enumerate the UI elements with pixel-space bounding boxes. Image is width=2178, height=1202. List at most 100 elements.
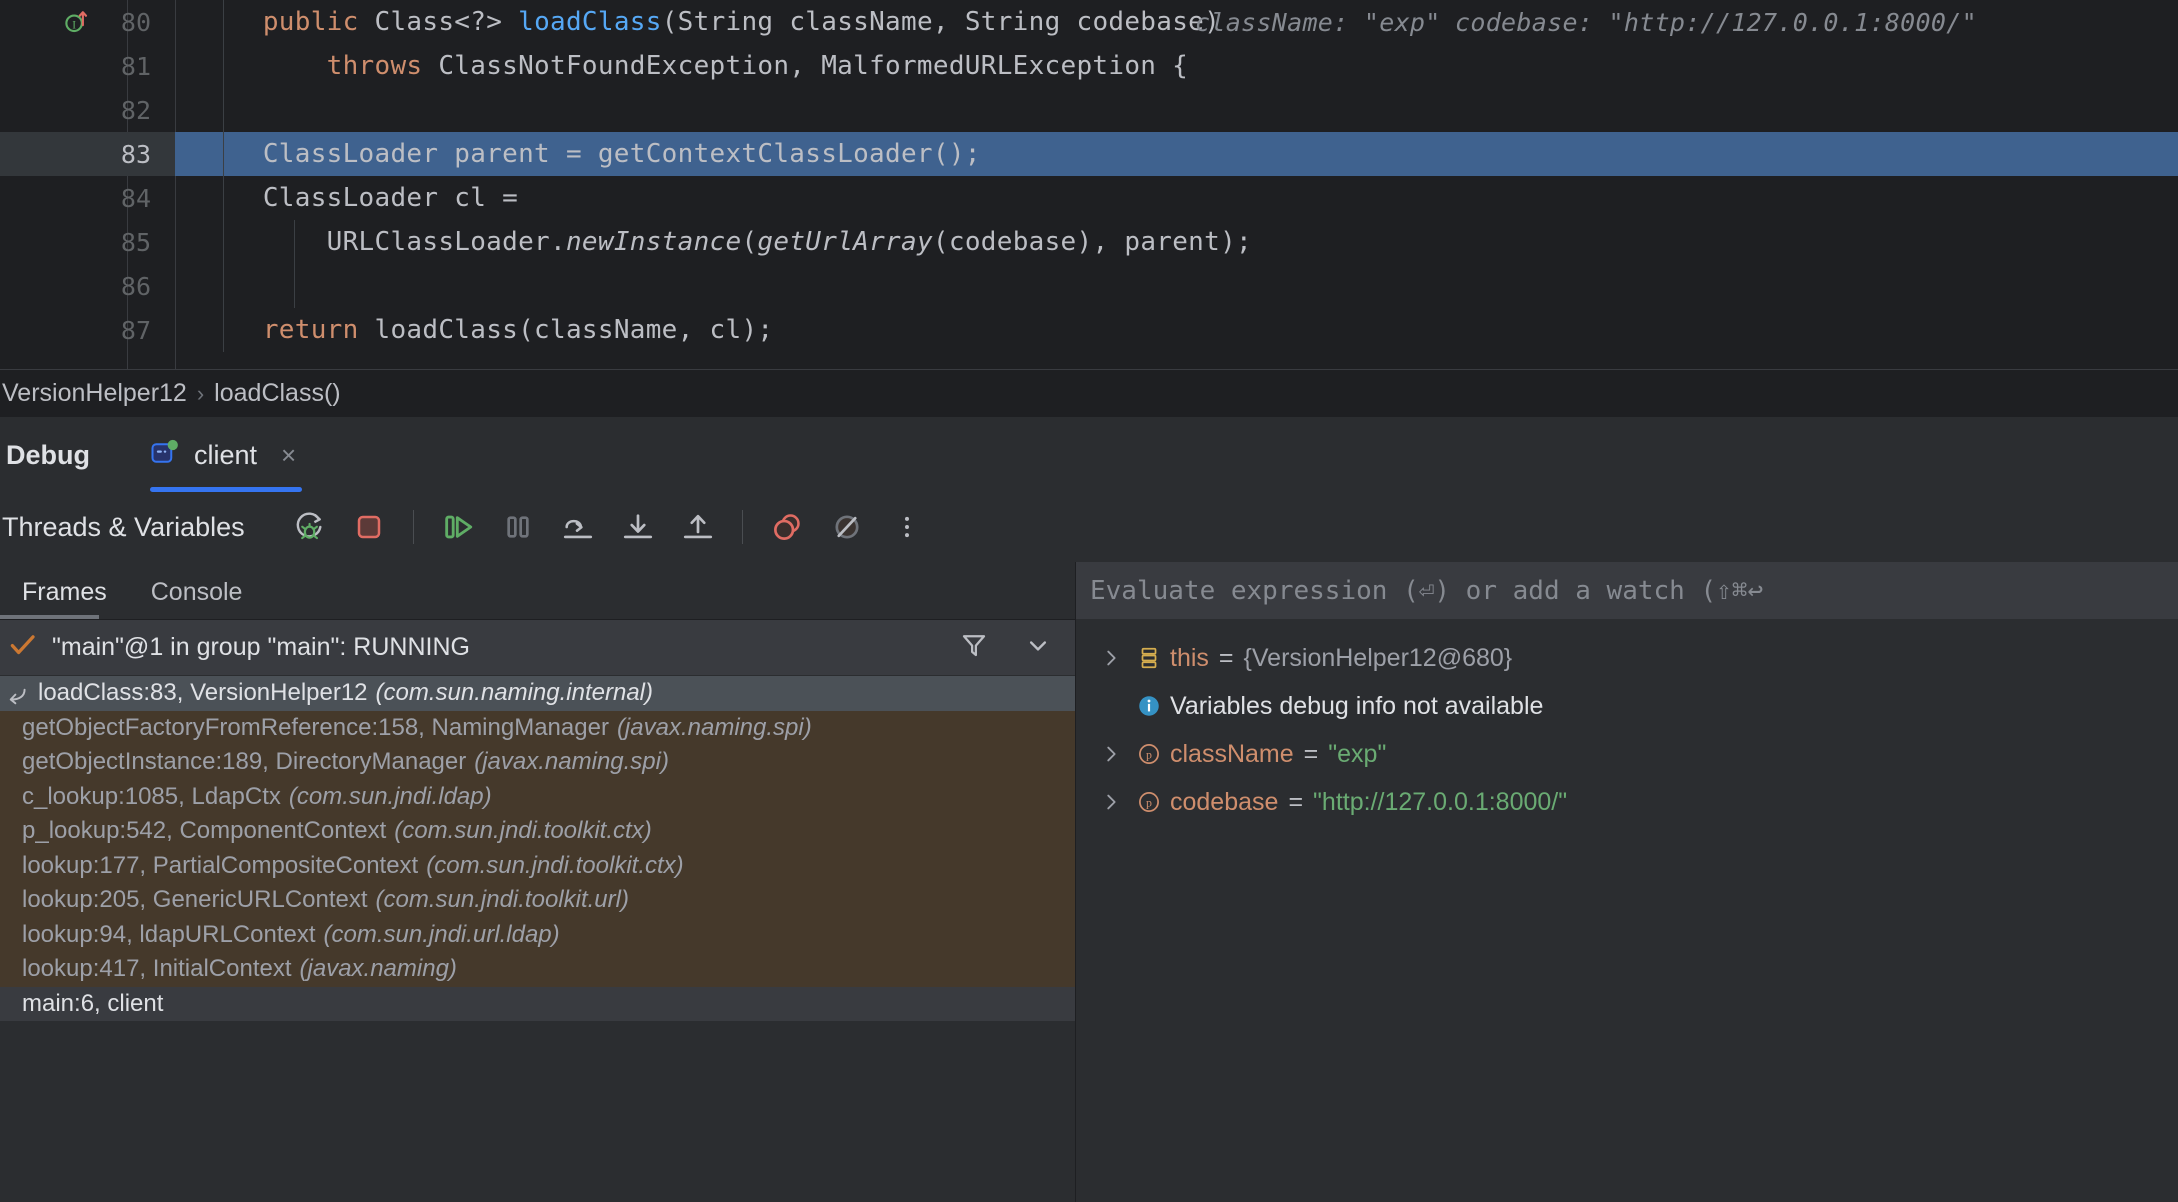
subtab-active-indicator (0, 615, 99, 619)
code-line-83[interactable]: 83 ClassLoader parent = getContextClassL… (0, 132, 2178, 176)
code-lines: 80 I public Class<?> loadClass(String cla… (0, 0, 2178, 352)
debug-tool-window: Debug client × Threads & Variables Frame… (0, 418, 2178, 1202)
toolbar-separator-2 (741, 510, 743, 544)
tab-client-label: client (194, 439, 258, 470)
indent-guide (223, 44, 224, 88)
chevron-right-icon[interactable] (1094, 647, 1128, 669)
frame-package: (com.sun.jndi.toolkit.url) (375, 886, 629, 914)
frame-package: (com.sun.jndi.ldap) (288, 782, 492, 810)
code-text-83: ClassLoader parent = getContextClassLoad… (175, 132, 2178, 176)
frame-row[interactable]: lookup:94, ldapURLContext (com.sun.jndi.u… (0, 917, 1075, 952)
variable-row[interactable]: this = {VersionHelper12@680} (1076, 634, 2178, 682)
chevron-right-icon[interactable] (1094, 791, 1128, 813)
svg-text:p: p (1146, 748, 1152, 762)
frame-method: getObjectInstance:189, DirectoryManager (22, 748, 467, 776)
evaluate-placeholder: Evaluate expression (⏎) or add a watch (… (1090, 575, 1764, 606)
inlay-hint-1: codebase: "http://127.0.0.1:8000/" (1455, 7, 1977, 37)
frame-package: (com.sun.jndi.toolkit.ctx) (394, 817, 652, 845)
variable-equals: = (1303, 739, 1319, 768)
code-text-85: URLClassLoader.newInstance(getUrlArray(c… (175, 220, 2178, 264)
info-icon (1128, 693, 1170, 719)
code-line-86[interactable]: 86 (0, 264, 2178, 308)
frame-method: p_lookup:542, ComponentContext (22, 817, 387, 845)
editor-bottom-border (0, 369, 2178, 370)
frame-row[interactable]: lookup:205, GenericURLContext (com.sun.jn… (0, 883, 1075, 918)
thread-running-icon (8, 630, 38, 665)
line-number-82: 82 (120, 95, 151, 125)
frame-row[interactable]: lookup:417, InitialContext (javax.naming) (0, 952, 1075, 987)
breadcrumb[interactable]: VersionHelper12 › loadClass() (0, 370, 2178, 418)
indent-guide (223, 308, 224, 352)
svg-text:I: I (72, 19, 76, 31)
code-text-81: throws ClassNotFoundException, Malformed… (175, 44, 2178, 88)
thread-actions (959, 630, 1075, 665)
breadcrumb-class[interactable]: VersionHelper12 (2, 379, 187, 408)
indent-guide (223, 176, 224, 220)
rerun-debug-button[interactable] (285, 503, 333, 551)
line-number-80: 80 I (0, 0, 175, 44)
code-line-82[interactable]: 82 (0, 88, 2178, 132)
ide-window: 80 I public Class<?> loadClass(String cla… (0, 0, 2178, 1202)
code-text-80: public Class<?> loadClass(String classNa… (175, 0, 2178, 44)
frame-method: lookup:205, GenericURLContext (22, 886, 368, 914)
frame-row[interactable]: getObjectFactoryFromReference:158, Namin… (0, 710, 1075, 745)
variable-row[interactable]: Variables debug info not available (1076, 682, 2178, 730)
code-text-82 (175, 88, 2178, 132)
variable-info-message: Variables debug info not available (1170, 691, 1544, 720)
frame-row[interactable]: lookup:177, PartialCompositeContext (com.… (0, 848, 1075, 883)
code-line-84[interactable]: 84 ClassLoader cl = (0, 176, 2178, 220)
code-editor[interactable]: 80 I public Class<?> loadClass(String cla… (0, 0, 2178, 370)
step-over-button[interactable] (554, 503, 602, 551)
frame-method: lookup:94, ldapURLContext (22, 920, 316, 948)
subtab-frames[interactable]: Frames (0, 578, 129, 619)
debug-toolbar: Threads & Variables (0, 492, 2178, 562)
chevron-down-icon[interactable] (1023, 630, 1053, 665)
code-line-80[interactable]: 80 I public Class<?> loadClass(String cla… (0, 0, 2178, 44)
step-into-button[interactable] (614, 503, 662, 551)
breadcrumb-method[interactable]: loadClass() (214, 379, 340, 408)
code-line-81[interactable]: 81 throws ClassNotFoundException, Malfor… (0, 44, 2178, 88)
method-override-icon[interactable]: I (61, 7, 91, 37)
variable-value: {VersionHelper12@680} (1243, 643, 1513, 672)
filter-icon[interactable] (959, 630, 989, 665)
variables-list[interactable]: this = {VersionHelper12@680} Variables debu… (1076, 620, 2178, 1202)
tab-client[interactable]: client × (140, 418, 314, 492)
frames-list[interactable]: loadClass:83, VersionHelper12 (com.sun.na… (0, 676, 1075, 1202)
resume-program-button[interactable] (434, 503, 482, 551)
thread-row[interactable]: "main"@1 in group "main": RUNNING (0, 620, 1075, 676)
thread-label: "main"@1 in group "main": RUNNING (52, 633, 470, 661)
frame-row[interactable]: p_lookup:542, ComponentContext (com.sun.j… (0, 814, 1075, 849)
line-number-84: 84 (120, 183, 151, 213)
parameter-icon: p (1128, 741, 1170, 767)
frame-row[interactable]: getObjectInstance:189, DirectoryManager(… (0, 745, 1075, 780)
frame-package: (javax.naming) (299, 955, 457, 983)
indent-guide (223, 0, 224, 44)
code-line-87[interactable]: 87 return loadClass(className, cl); (0, 308, 2178, 352)
threads-and-variables-label: Threads & Variables (2, 511, 245, 542)
step-out-button[interactable] (674, 503, 722, 551)
debug-panes: Frames Console "main"@1 in group "main": … (0, 562, 2178, 1202)
debug-window-title: Debug (6, 439, 90, 470)
close-icon[interactable]: × (281, 440, 296, 471)
stop-button[interactable] (345, 503, 393, 551)
frame-row[interactable]: main:6, client (0, 986, 1075, 1021)
variable-row[interactable]: p codebase = "http://127.0.0.1:8000/" (1076, 778, 2178, 826)
pause-program-button[interactable] (494, 503, 542, 551)
frame-method: lookup:417, InitialContext (22, 955, 292, 983)
code-line-85[interactable]: 85 URLClassLoader.newInstance(getUrlArra… (0, 220, 2178, 264)
frame-row[interactable]: c_lookup:1085, LdapCtx (com.sun.jndi.ldap… (0, 779, 1075, 814)
variable-equals: = (1288, 787, 1304, 816)
more-options-button[interactable] (883, 503, 931, 551)
view-breakpoints-button[interactable] (763, 503, 811, 551)
debug-header: Debug client × (0, 418, 2178, 492)
mute-breakpoints-button[interactable] (823, 503, 871, 551)
evaluate-expression-field[interactable]: Evaluate expression (⏎) or add a watch (… (1076, 562, 2178, 620)
frame-package: (com.sun.jndi.toolkit.ctx) (426, 851, 684, 879)
chevron-right-icon[interactable] (1094, 743, 1128, 765)
line-number-81: 81 (120, 51, 151, 81)
frame-row[interactable]: loadClass:83, VersionHelper12 (com.sun.na… (0, 676, 1075, 711)
frames-console-tabs: Frames Console (0, 562, 1075, 620)
variable-row[interactable]: p className = "exp" (1076, 730, 2178, 778)
frame-method: main:6, client (22, 989, 164, 1017)
subtab-console[interactable]: Console (129, 578, 265, 619)
